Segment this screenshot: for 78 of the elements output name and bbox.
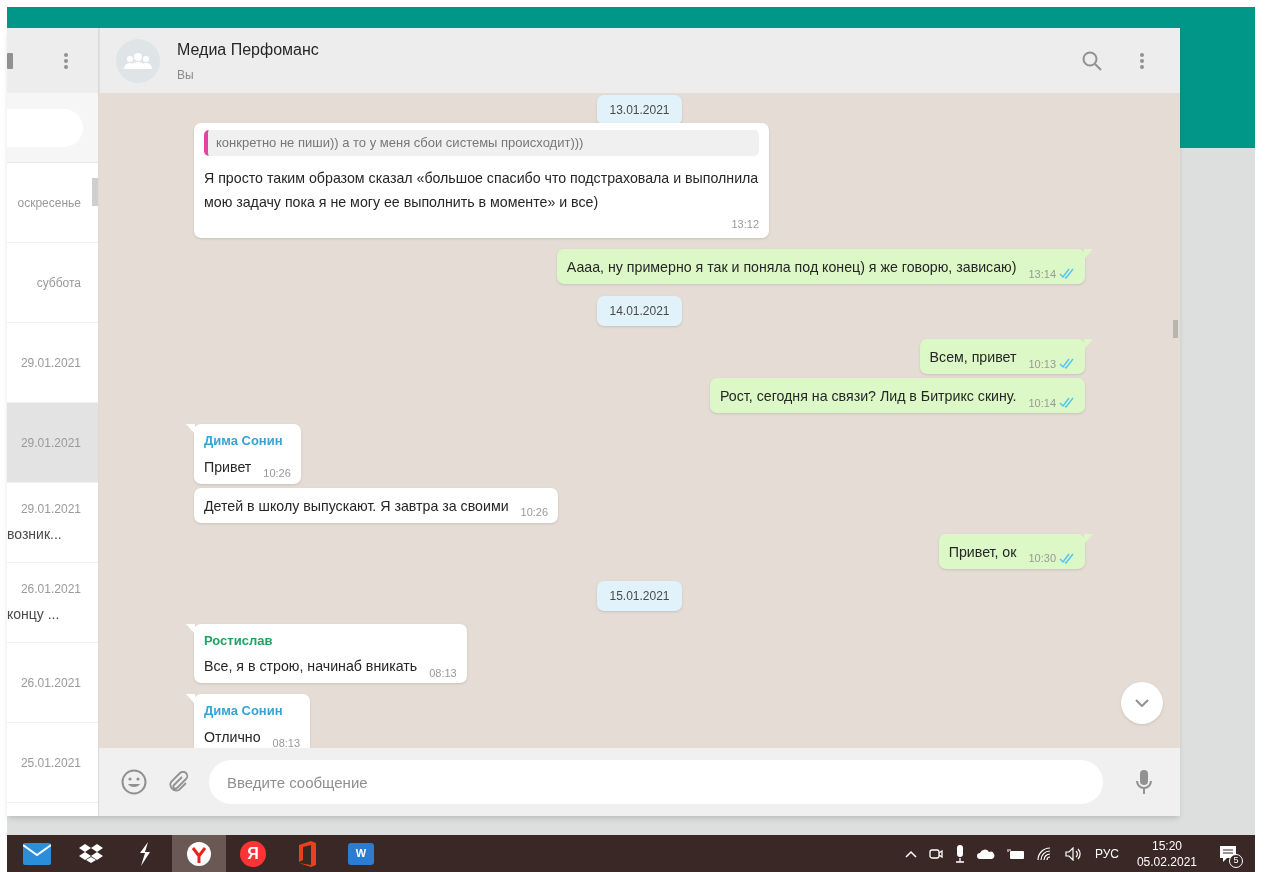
search-icon[interactable]: [1082, 50, 1102, 71]
chat-title: Медиа Перфоманс: [177, 39, 319, 60]
chat-date: 25.01.2021: [20, 754, 81, 772]
chat-date: суббота: [36, 274, 81, 292]
message-time: 10:14: [1028, 395, 1056, 411]
date-chip: 15.01.2021: [597, 580, 682, 611]
message-text: Рост, сегодня на связи? Лид в Битрикс скину.: [720, 387, 1017, 406]
clock-time[interactable]: 15:20: [1151, 837, 1182, 854]
attach-icon[interactable]: [167, 771, 189, 793]
chat-list-item[interactable]: 29.01.2021 возник...: [7, 483, 98, 563]
clock-date[interactable]: 05.02.2021: [1136, 853, 1197, 870]
quoted-message: конкретно не пиши)) а то у меня сбои системы происходит))): [204, 130, 759, 156]
lightning-icon: [138, 841, 152, 866]
double-check-icon: [1059, 552, 1075, 564]
language-indicator[interactable]: РУС: [1094, 844, 1119, 863]
message-time: 10:30: [1028, 551, 1056, 566]
group-icon: [124, 52, 152, 69]
speaker-icon[interactable]: [1064, 846, 1083, 861]
chat-list-item[interactable]: 26.01.2021 концу ...: [7, 563, 98, 643]
sender-name: Дима Сонин: [204, 432, 284, 450]
chat-list-item[interactable]: 29.01.2021: [7, 323, 98, 403]
date-chip: 14.01.2021: [597, 296, 682, 326]
message-time: 13:12: [731, 216, 759, 232]
notifications-icon[interactable]: [1219, 844, 1237, 863]
app-logo: Я: [240, 840, 266, 867]
message-time: 10:26: [263, 466, 291, 481]
message-text: Отлично: [204, 727, 261, 747]
chat-date: оскресенье: [17, 194, 81, 212]
message-text: Детей в школу выпускают. Я завтра за своими: [204, 496, 509, 516]
chat-list-item[interactable]: 29.01.2021: [7, 403, 98, 483]
double-check-icon: [1059, 397, 1075, 409]
chat-scrollbar: [1173, 320, 1178, 338]
message-text: Привет: [204, 457, 252, 477]
taskbar-app[interactable]: Я: [226, 835, 280, 872]
battery-icon[interactable]: [1006, 847, 1025, 860]
chat-date: 26.01.2021: [20, 674, 81, 692]
chat-date: 29.01.2021: [20, 501, 81, 518]
message-time: 10:26: [520, 505, 549, 520]
chat-list-item[interactable]: 26.01.2021: [7, 643, 98, 723]
taskbar-app[interactable]: [172, 835, 226, 872]
message-text: Все, я в строю, начинаб вникать: [204, 657, 418, 676]
message-time: 08:13: [272, 736, 301, 748]
message-input[interactable]: Введите сообщение: [209, 760, 1103, 804]
date-chip: 13.01.2021: [597, 95, 682, 125]
browser-icon: [186, 840, 212, 867]
chat-list-item[interactable]: суббота: [7, 243, 98, 323]
message-text: Всем, привет: [929, 348, 1017, 367]
message-text: Аааа, ну примерно я так и поняла под конец) я же говорю, зависаю): [566, 258, 1017, 277]
message-text: Я просто таким образом сказал «большое спасибо что подстраховала и выполнила мою задачу пока я не могу ее выполнить в моменте» и все): [204, 169, 759, 210]
message-time: 10:13: [1028, 356, 1056, 372]
double-check-icon: [1059, 268, 1075, 280]
chevron-up-icon[interactable]: [904, 849, 917, 858]
chat-date: 29.01.2021: [20, 434, 81, 452]
dropbox-icon: [79, 843, 103, 864]
chat-date: 29.01.2021: [20, 354, 81, 372]
office-icon: [297, 840, 317, 867]
menu-icon[interactable]: [1140, 51, 1144, 70]
taskbar-app[interactable]: W: [334, 835, 388, 872]
chat-subtitle: Вы: [177, 66, 195, 84]
message-text: Привет, ок: [948, 542, 1017, 562]
chat-list-item[interactable]: оскресенье: [7, 163, 98, 243]
chat-preview: возник...: [7, 525, 63, 544]
menu-icon[interactable]: [64, 51, 68, 70]
message-time: 08:13: [429, 665, 457, 681]
sender-name: Ростислав: [204, 631, 274, 650]
chevron-down-icon: [1135, 699, 1149, 707]
emoji-icon[interactable]: [121, 769, 147, 795]
microphone-icon[interactable]: [954, 844, 965, 863]
wifi-icon[interactable]: [1036, 846, 1053, 861]
app-logo: W: [348, 842, 374, 865]
envelope-icon: [23, 842, 51, 865]
message-time: 13:14: [1028, 266, 1056, 282]
sender-name: Дима Сонин: [204, 702, 284, 720]
chat-list-item[interactable]: 25.01.2021: [7, 723, 98, 803]
double-check-icon: [1059, 358, 1075, 370]
cloud-icon[interactable]: [976, 848, 995, 859]
chat-date: 26.01.2021: [20, 581, 81, 598]
chat-preview: концу ...: [7, 605, 61, 624]
